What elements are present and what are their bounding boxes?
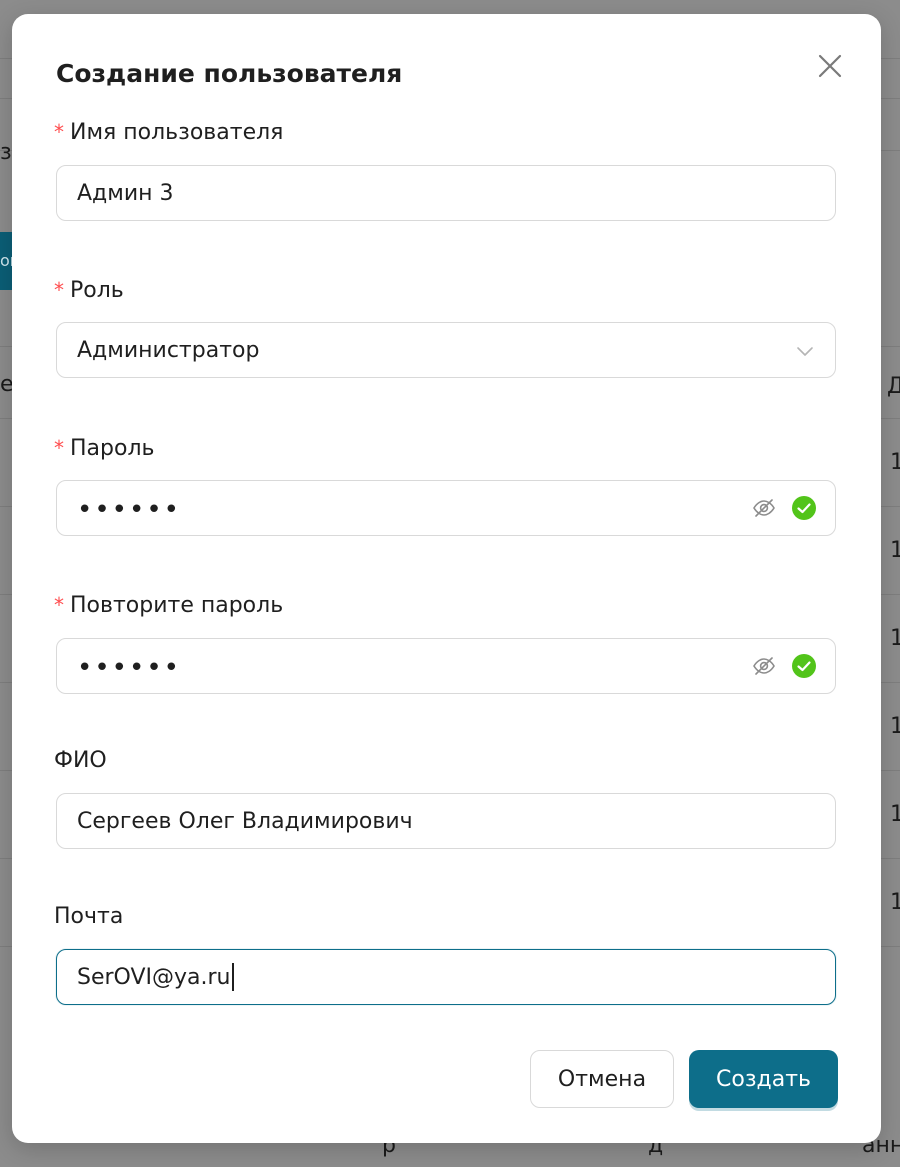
required-mark: *: [54, 593, 64, 617]
full-name-label: ФИО: [54, 748, 107, 773]
role-value: Администратор: [77, 337, 260, 363]
cancel-button[interactable]: Отмена: [530, 1050, 674, 1108]
password-value: ••••••: [77, 495, 182, 525]
bg-text-fragment: 1: [890, 890, 900, 915]
check-circle-icon: [792, 654, 816, 678]
create-button[interactable]: Создать: [689, 1050, 838, 1108]
check-circle-icon: [792, 496, 816, 520]
close-button[interactable]: [812, 48, 848, 84]
bg-text-fragment: 1: [890, 714, 900, 739]
password-input[interactable]: ••••••: [56, 480, 836, 536]
password-repeat-label: * Повторите пароль: [54, 593, 284, 618]
bg-text-fragment: 1: [890, 626, 900, 651]
eye-invisible-icon[interactable]: [751, 653, 777, 679]
password-repeat-input[interactable]: ••••••: [56, 638, 836, 694]
required-mark: *: [54, 436, 64, 460]
required-mark: *: [54, 120, 64, 144]
bg-text-fragment: 1: [890, 450, 900, 475]
username-input[interactable]: Админ 3: [56, 165, 836, 221]
chevron-down-icon: [797, 347, 813, 356]
email-input[interactable]: SerOVI@ya.ru: [56, 949, 836, 1005]
create-user-dialog: Создание пользователя * Имя пользователя …: [12, 14, 881, 1143]
bg-text-fragment: Д: [887, 374, 900, 399]
password-repeat-value: ••••••: [77, 653, 182, 683]
username-value: Админ 3: [77, 180, 174, 206]
dialog-title: Создание пользователя: [56, 59, 403, 88]
full-name-value: Сергеев Олег Владимирович: [77, 808, 413, 834]
eye-invisible-icon[interactable]: [751, 495, 777, 521]
email-label: Почта: [54, 904, 124, 929]
username-label: * Имя пользователя: [54, 120, 284, 145]
close-icon: [818, 54, 842, 78]
bg-text-fragment: 1: [890, 538, 900, 563]
bg-button-fragment: ов: [0, 232, 12, 290]
text-caret: [231, 963, 234, 991]
password-label: * Пароль: [54, 436, 155, 461]
role-select[interactable]: Администратор: [56, 322, 836, 378]
bg-text-fragment: 1: [890, 802, 900, 827]
full-name-input[interactable]: Сергеев Олег Владимирович: [56, 793, 836, 849]
email-value: SerOVI@ya.ru: [77, 964, 231, 990]
role-label: * Роль: [54, 278, 124, 303]
required-mark: *: [54, 278, 64, 302]
